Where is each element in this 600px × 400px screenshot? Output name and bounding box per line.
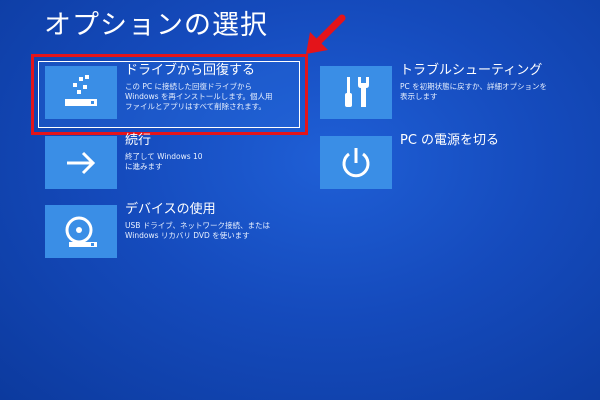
option-tile [45, 205, 117, 258]
option-troubleshoot[interactable]: トラブルシューティング PC を初期状態に戻すか、詳細オプションを 表示します [320, 63, 590, 122]
option-title: PC の電源を切る [400, 133, 500, 148]
option-description: 終了して Windows 10 に進みます [125, 152, 203, 171]
option-title: 続行 [125, 133, 152, 148]
option-continue[interactable]: 続行 終了して Windows 10 に進みます [45, 133, 295, 192]
option-tile [320, 66, 392, 119]
option-tile [45, 136, 117, 189]
option-title: トラブルシューティング [400, 63, 543, 78]
page-title: オプションの選択 [44, 10, 268, 41]
option-description: PC を初期状態に戻すか、詳細オプションを 表示します [400, 82, 547, 101]
option-tile [320, 136, 392, 189]
arrow-right-icon [67, 151, 96, 174]
option-title: ドライブから回復する [125, 63, 256, 78]
option-power-off[interactable]: PC の電源を切る [320, 133, 570, 192]
option-description: USB ドライブ、ネットワーク接続、または Windows リカバリ DVD を… [125, 221, 271, 240]
screwdriver-wrench-icon [345, 76, 369, 107]
annotation-pointer-arrow-icon [306, 14, 346, 54]
option-recover-from-drive[interactable]: ドライブから回復する この PC に接続した回復ドライブから Windows を… [45, 63, 295, 122]
usb-drive-recovery-icon [65, 74, 97, 106]
option-use-device[interactable]: デバイスの使用 USB ドライブ、ネットワーク接続、または Windows リカ… [45, 202, 305, 261]
option-tile [45, 66, 117, 119]
power-icon [342, 147, 370, 177]
disc-drive-icon [65, 216, 97, 247]
option-title: デバイスの使用 [125, 202, 216, 217]
option-description: この PC に接続した回復ドライブから Windows を再インストールします。… [125, 82, 273, 111]
